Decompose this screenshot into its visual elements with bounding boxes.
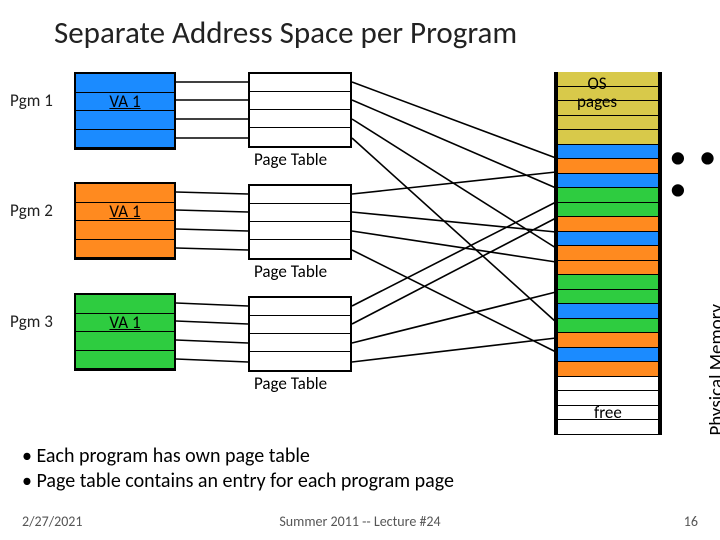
pgm3-va-text: VA 1 bbox=[109, 312, 140, 333]
pgm1-pt-label: Page Table bbox=[254, 149, 327, 170]
pgm1-va-text: VA 1 bbox=[109, 91, 140, 112]
pgm2-label: Pgm 2 bbox=[10, 200, 53, 221]
bullet-2: • Page table contains an entry for each … bbox=[22, 469, 454, 494]
pgm2-va-space: VA 1 bbox=[74, 182, 176, 260]
pgm1-page-table bbox=[248, 72, 352, 148]
bullet-1: • Each program has own page table bbox=[22, 444, 454, 469]
physical-memory-label: Physical Memory bbox=[706, 304, 720, 436]
free-label: free bbox=[594, 402, 622, 423]
physical-memory bbox=[554, 72, 662, 435]
pgm2-va-text: VA 1 bbox=[109, 201, 140, 222]
bullet-list: • Each program has own page table • Page… bbox=[22, 444, 454, 494]
slide-title: Separate Address Space per Program bbox=[54, 14, 517, 52]
footer-center: Summer 2011 -- Lecture #24 bbox=[279, 513, 440, 530]
footer-date: 2/27/2021 bbox=[22, 513, 82, 530]
pgm3-pt-label: Page Table bbox=[254, 373, 327, 394]
pgm2-pt-label: Page Table bbox=[254, 261, 327, 282]
pgm3-page-table bbox=[248, 296, 352, 372]
ellipsis-icon: ● ● ● bbox=[670, 141, 720, 205]
footer-page-number: 16 bbox=[684, 513, 698, 530]
pgm1-va-space: VA 1 bbox=[74, 72, 176, 150]
pgm3-va-space: VA 1 bbox=[74, 293, 176, 371]
pgm3-label: Pgm 3 bbox=[10, 311, 53, 332]
pgm2-page-table bbox=[248, 184, 352, 260]
pgm1-label: Pgm 1 bbox=[10, 90, 53, 111]
os-pages-label: OSpages bbox=[577, 75, 617, 111]
